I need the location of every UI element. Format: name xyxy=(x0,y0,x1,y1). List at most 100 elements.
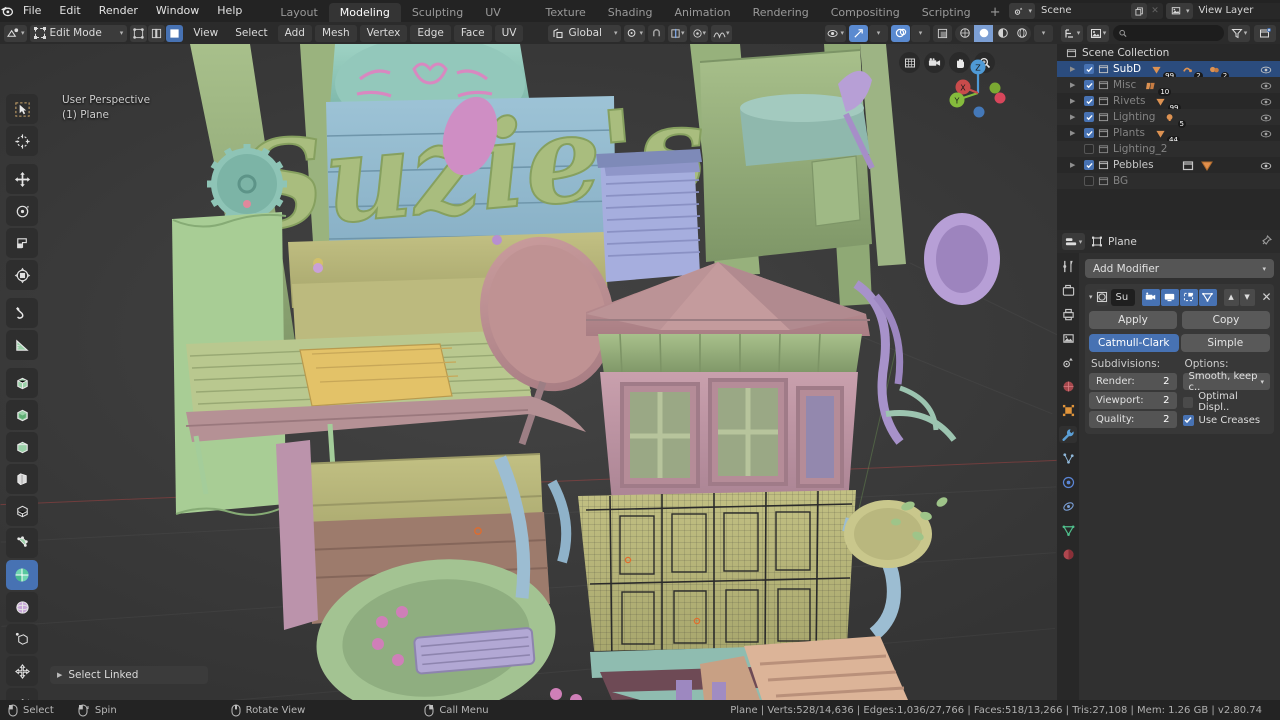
use-creases-checkbox[interactable] xyxy=(1182,414,1194,426)
tab-modifiers[interactable] xyxy=(1059,426,1077,443)
add-workspace-button[interactable]: + xyxy=(982,3,1009,22)
operator-expand-triangle-icon[interactable]: ▶ xyxy=(57,671,62,679)
edge-slide-icon[interactable] xyxy=(6,656,38,686)
viewport-menu-select[interactable]: Select xyxy=(228,25,274,42)
tab-view-layer[interactable] xyxy=(1059,330,1077,347)
view-layer-selector[interactable]: ▾ View Layer ✕ xyxy=(1166,3,1280,19)
tab-sculpting[interactable]: Sculpting xyxy=(401,3,474,22)
tab-uv-editing[interactable]: UV Editing xyxy=(474,3,534,38)
visibility-eye-icon[interactable] xyxy=(1260,156,1272,175)
menu-window[interactable]: Window xyxy=(147,0,208,22)
add-modifier-button[interactable]: Add Modifier ▾ xyxy=(1085,259,1274,278)
knife-icon[interactable] xyxy=(6,528,38,558)
viewport-subdivisions-field[interactable]: Viewport: 2 xyxy=(1089,392,1177,409)
move-icon[interactable] xyxy=(6,164,38,194)
visibility-eye-icon[interactable] xyxy=(1260,124,1272,143)
tab-scripting[interactable]: Scripting xyxy=(911,3,982,22)
viewport-menu-edge[interactable]: Edge xyxy=(410,24,451,42)
properties-editor-type-button[interactable]: ▾ xyxy=(1062,233,1085,250)
wireframe-shading-icon[interactable] xyxy=(955,25,974,42)
outliner-row-bg[interactable]: BG xyxy=(1057,173,1280,189)
menu-render[interactable]: Render xyxy=(90,0,147,22)
show-overlays-icon[interactable] xyxy=(891,24,910,42)
delete-scene-button[interactable]: ✕ xyxy=(1147,3,1164,19)
expand-triangle-icon[interactable]: ▶ xyxy=(1070,113,1080,121)
copy-modifier-button[interactable]: Copy xyxy=(1182,311,1270,329)
pin-icon[interactable] xyxy=(1260,232,1273,251)
viewport-menu-view[interactable]: View xyxy=(186,25,225,42)
menu-file[interactable]: File xyxy=(14,0,50,22)
transform-orientation-selector[interactable]: Global ▾ xyxy=(548,24,622,42)
rotate-icon[interactable] xyxy=(6,196,38,226)
tab-shading[interactable]: Shading xyxy=(597,3,664,22)
blender-logo-icon[interactable] xyxy=(0,0,14,22)
tab-object[interactable] xyxy=(1059,402,1077,419)
outliner-row-lighting-2[interactable]: Lighting_2 xyxy=(1057,141,1280,157)
row-checkbox[interactable] xyxy=(1084,128,1094,138)
outliner-row-plants[interactable]: ▶ Plants 44 xyxy=(1057,124,1280,144)
transform-icon[interactable] xyxy=(6,260,38,290)
outliner-search-box[interactable] xyxy=(1113,25,1224,41)
rendered-shading-icon[interactable] xyxy=(1012,25,1031,42)
tab-physics[interactable] xyxy=(1059,474,1077,491)
toggle-camera-grid-icon[interactable] xyxy=(899,52,920,73)
vertex-select-mode-button[interactable] xyxy=(130,24,148,42)
tab-layout[interactable]: Layout xyxy=(269,3,328,22)
tab-object-constraints[interactable] xyxy=(1059,498,1077,515)
tab-material[interactable] xyxy=(1059,546,1077,563)
tab-world[interactable] xyxy=(1059,378,1077,395)
solid-shading-icon[interactable] xyxy=(974,24,993,42)
outliner-row-pebbles[interactable]: ▶ Pebbles xyxy=(1057,157,1280,173)
tab-scene[interactable] xyxy=(1059,354,1077,371)
tab-texture-paint[interactable]: Texture Paint xyxy=(535,3,597,38)
interaction-mode-selector[interactable]: Edit Mode ▾ xyxy=(29,24,128,42)
smooth-icon[interactable] xyxy=(6,624,38,654)
visibility-selector[interactable]: ▾ xyxy=(825,24,846,42)
add-cube-icon[interactable] xyxy=(6,368,38,398)
expand-triangle-icon[interactable]: ▶ xyxy=(1070,161,1080,169)
expand-triangle-icon[interactable]: ▶ xyxy=(1070,65,1080,73)
row-checkbox[interactable] xyxy=(1084,112,1094,122)
tab-render[interactable] xyxy=(1059,282,1077,299)
menu-edit[interactable]: Edit xyxy=(50,0,89,22)
editor-type-selector[interactable]: ▾ xyxy=(4,24,27,42)
tab-tool[interactable] xyxy=(1059,258,1077,275)
outliner-scene-collection-row[interactable]: Scene Collection xyxy=(1057,44,1280,61)
snap-magnet-icon[interactable] xyxy=(648,24,665,42)
expand-triangle-icon[interactable]: ▶ xyxy=(1070,97,1080,105)
gizmo-chevron-down-icon[interactable]: ▾ xyxy=(869,24,888,42)
optimal-display-checkbox[interactable] xyxy=(1182,396,1194,408)
material-preview-shading-icon[interactable] xyxy=(993,25,1012,42)
3d-viewport[interactable]: Suzie's xyxy=(0,44,1057,700)
algorithm-catmull-clark-button[interactable]: Catmull-Clark xyxy=(1089,334,1179,352)
poly-build-icon[interactable] xyxy=(6,560,38,590)
bevel-icon[interactable] xyxy=(6,464,38,494)
row-checkbox[interactable] xyxy=(1084,96,1094,106)
face-select-mode-button[interactable] xyxy=(166,24,184,42)
render-subdivisions-field[interactable]: Render: 2 xyxy=(1089,373,1177,390)
shrink-fatten-icon[interactable] xyxy=(6,688,38,700)
on-cage-visibility-icon[interactable] xyxy=(1198,288,1217,306)
scale-icon[interactable] xyxy=(6,228,38,258)
falloff-selector[interactable]: ▾ xyxy=(711,24,732,42)
viewport-menu-mesh[interactable]: Mesh xyxy=(314,24,357,42)
apply-modifier-button[interactable]: Apply xyxy=(1089,311,1177,329)
viewport-menu-add[interactable]: Add xyxy=(277,24,312,42)
expand-triangle-icon[interactable]: ▶ xyxy=(1070,129,1080,137)
modifier-name-field[interactable]: Su xyxy=(1110,288,1135,306)
row-checkbox[interactable] xyxy=(1084,80,1094,90)
scene-name[interactable]: Scene xyxy=(1035,3,1132,19)
spin-icon[interactable] xyxy=(6,592,38,622)
render-visibility-icon[interactable] xyxy=(1141,288,1160,306)
expand-triangle-icon[interactable]: ▶ xyxy=(1070,81,1080,89)
modifier-remove-x-icon[interactable]: ✕ xyxy=(1262,290,1272,304)
tab-modeling[interactable]: Modeling xyxy=(328,3,401,22)
overlays-chevron-down-icon[interactable]: ▾ xyxy=(911,24,930,42)
new-scene-button[interactable] xyxy=(1131,3,1148,19)
use-creases-checkbox-row[interactable]: Use Creases xyxy=(1182,412,1271,428)
xray-toggle-icon[interactable] xyxy=(933,24,952,42)
tab-object-data[interactable] xyxy=(1059,522,1077,539)
viewport-menu-uv[interactable]: UV xyxy=(494,24,524,42)
navigation-gizmo[interactable]: X Y Z xyxy=(939,54,1017,132)
tab-rendering[interactable]: Rendering xyxy=(742,3,820,22)
